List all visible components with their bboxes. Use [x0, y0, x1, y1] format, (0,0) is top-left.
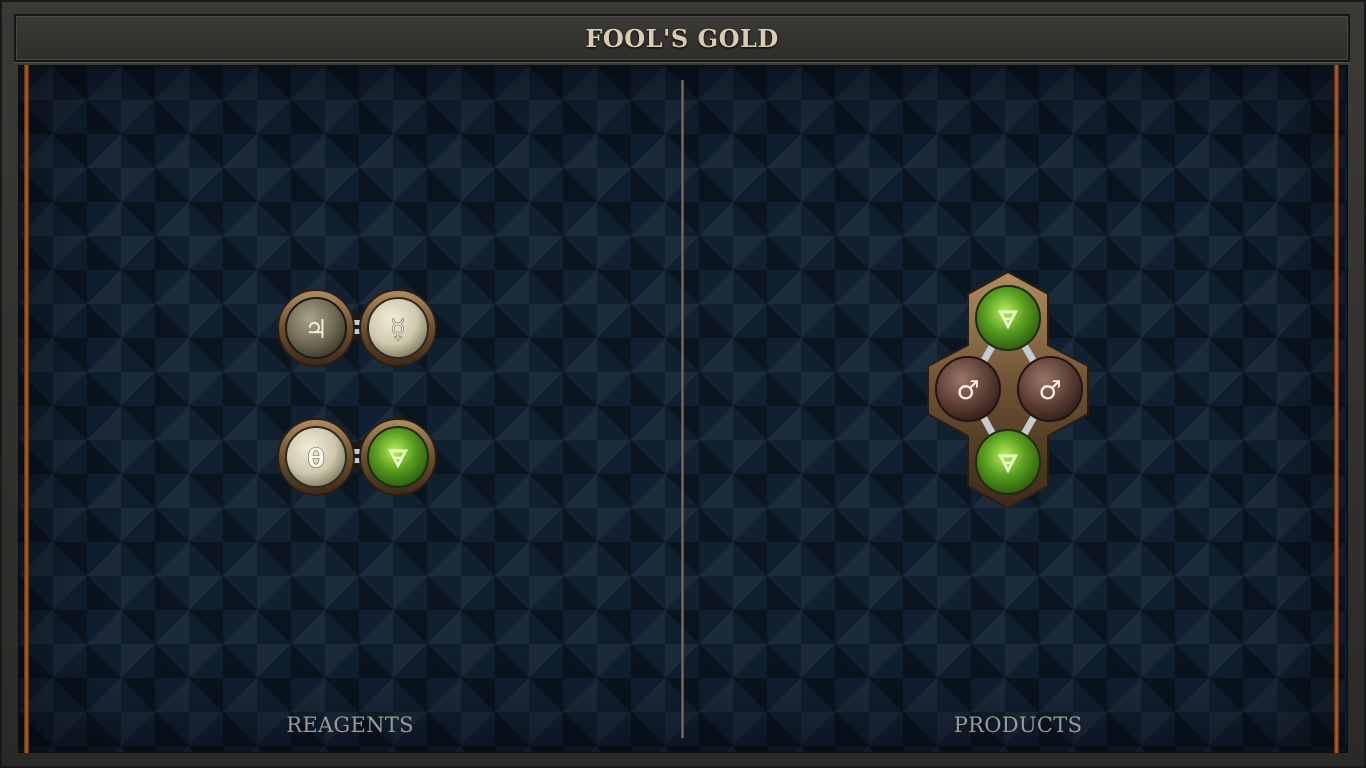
product-molecule-1[interactable]: 🜃 ♂ ♂ 🜃	[927, 270, 1089, 510]
reagent-molecule-2[interactable]: θ 🜃	[277, 418, 437, 496]
earth-symbol: 🜃	[388, 445, 409, 473]
iron-symbol: ♂	[956, 376, 979, 406]
iron-symbol: ♂	[1038, 376, 1061, 406]
products-label: PRODUCTS	[953, 713, 1083, 737]
reagent-molecule-1[interactable]: ♃ ☿	[277, 289, 437, 367]
salt-symbol: θ	[307, 444, 325, 474]
quicksilver-symbol: ☿	[390, 315, 406, 345]
tin-symbol: ♃	[304, 315, 327, 345]
earth-symbol: 🜃	[998, 306, 1019, 334]
reagents-label: REAGENTS	[286, 713, 414, 737]
molecule-layer: ♃ ☿ θ 🜃 🜃 ♂ ♂ 🜃	[277, 270, 1089, 510]
earth-symbol: 🜃	[998, 450, 1019, 478]
